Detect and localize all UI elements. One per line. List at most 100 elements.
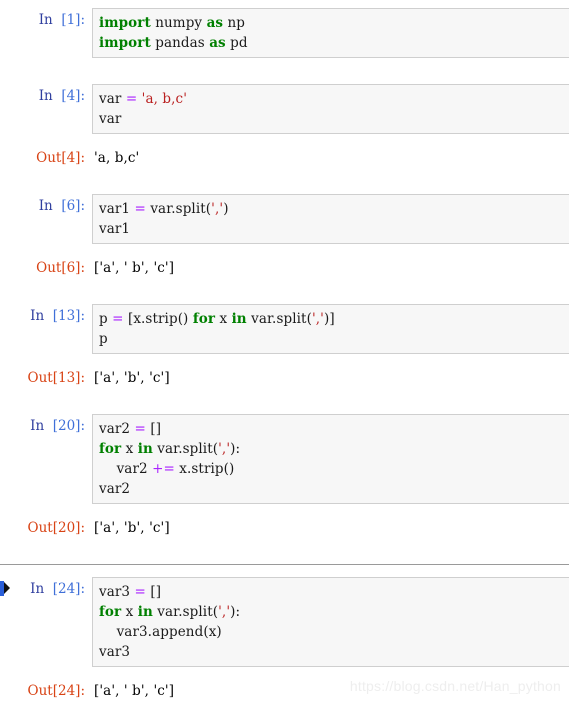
code-source[interactable]: var = 'a, b,c' var bbox=[99, 89, 569, 129]
code-token: = bbox=[134, 584, 146, 600]
output-text: ['a', ' b', 'c'] bbox=[94, 260, 175, 276]
code-line: import pandas as pd bbox=[99, 35, 248, 51]
input-prompt: In [24]: bbox=[0, 577, 92, 599]
code-token: var2 bbox=[99, 481, 131, 497]
code-editor[interactable]: import numpy as np import pandas as pd bbox=[92, 8, 569, 58]
code-token: var2 bbox=[99, 421, 135, 437]
input-area[interactable]: import numpy as np import pandas as pd bbox=[92, 8, 569, 58]
output-cell: Out[20]: ['a', 'b', 'c'] bbox=[0, 516, 569, 538]
code-token: p bbox=[99, 331, 108, 347]
code-line: p bbox=[99, 331, 108, 347]
code-token: var2 bbox=[99, 461, 153, 477]
code-cell[interactable]: In [24]: var3 = [] for x in var.split(','… bbox=[0, 577, 569, 667]
code-token: import bbox=[99, 15, 151, 31]
input-area[interactable]: p = [x.strip() for x in var.split(',')] … bbox=[92, 304, 569, 354]
code-line: var3 = [] bbox=[99, 584, 161, 600]
code-source[interactable]: import numpy as np import pandas as pd bbox=[99, 13, 569, 53]
output-area: 'a, b,c' bbox=[92, 146, 569, 168]
cell-spacer bbox=[0, 565, 569, 577]
input-area[interactable]: var3 = [] for x in var.split(','): var3.… bbox=[92, 577, 569, 667]
code-token: var3 bbox=[99, 584, 135, 600]
code-token: in bbox=[137, 604, 153, 620]
output-prompt-number: [24]: bbox=[52, 683, 85, 699]
output-prompt-label: Out bbox=[27, 370, 53, 386]
output-prompt: Out[4]: bbox=[0, 146, 92, 168]
code-token: x.strip() bbox=[174, 461, 235, 477]
output-prompt-label: Out bbox=[36, 260, 62, 276]
input-prompt-label: In bbox=[30, 308, 45, 324]
cell-spacer bbox=[0, 538, 569, 564]
code-token: pandas bbox=[150, 35, 210, 51]
input-prompt-number: [24]: bbox=[52, 581, 85, 597]
output-spacer bbox=[0, 504, 569, 516]
code-line: var2 += x.strip() bbox=[99, 461, 235, 477]
code-source[interactable]: var1 = var.split(',') var1 bbox=[99, 199, 569, 239]
output-text: ['a', 'b', 'c'] bbox=[94, 520, 170, 536]
input-prompt: In [13]: bbox=[0, 304, 92, 326]
code-token: = bbox=[134, 421, 146, 437]
code-token: = bbox=[112, 311, 124, 327]
code-line: var2 = [] bbox=[99, 421, 161, 437]
input-area[interactable]: var = 'a, b,c' var bbox=[92, 84, 569, 134]
input-prompt: In [1]: bbox=[0, 8, 92, 30]
code-token: var1 bbox=[99, 221, 131, 237]
input-prompt-label: In bbox=[38, 198, 53, 214]
code-token: [] bbox=[145, 584, 162, 600]
input-area[interactable]: var2 = [] for x in var.split(','): var2 … bbox=[92, 414, 569, 504]
code-cell[interactable]: In [6]: var1 = var.split(',') var1 bbox=[0, 194, 569, 244]
output-prompt-label: Out bbox=[36, 150, 62, 166]
code-editor[interactable]: p = [x.strip() for x in var.split(',')] … bbox=[92, 304, 569, 354]
code-token: for bbox=[99, 441, 122, 457]
code-editor[interactable]: var1 = var.split(',') var1 bbox=[92, 194, 569, 244]
code-editor[interactable]: var2 = [] for x in var.split(','): var2 … bbox=[92, 414, 569, 504]
code-cell[interactable]: In [20]: var2 = [] for x in var.split(','… bbox=[0, 414, 569, 504]
code-source[interactable]: var3 = [] for x in var.split(','): var3.… bbox=[99, 582, 569, 662]
code-token: x bbox=[121, 441, 138, 457]
code-token: )] bbox=[323, 311, 335, 327]
output-prompt: Out[6]: bbox=[0, 256, 92, 278]
output-area: ['a', 'b', 'c'] bbox=[92, 366, 569, 388]
output-spacer bbox=[0, 244, 569, 256]
code-line: var1 bbox=[99, 221, 130, 237]
code-line: var = 'a, b,c' bbox=[99, 91, 187, 107]
code-token: ): bbox=[230, 604, 241, 620]
output-prompt: Out[13]: bbox=[0, 366, 92, 388]
code-token: numpy bbox=[150, 15, 207, 31]
input-prompt-number: [20]: bbox=[52, 418, 85, 434]
input-prompt-number: [4]: bbox=[61, 88, 85, 104]
code-editor[interactable]: var3 = [] for x in var.split(','): var3.… bbox=[92, 577, 569, 667]
input-prompt-label: In bbox=[30, 418, 45, 434]
code-cell[interactable]: In [1]: import numpy as np import pandas … bbox=[0, 8, 569, 58]
output-prompt-number: [6]: bbox=[61, 260, 85, 276]
code-token: pd bbox=[225, 35, 248, 51]
output-prompt: Out[24]: bbox=[0, 679, 92, 701]
code-editor[interactable]: var = 'a, b,c' var bbox=[92, 84, 569, 134]
code-token: 'a, b,c' bbox=[141, 91, 188, 107]
code-token: ): bbox=[230, 441, 241, 457]
code-token: var.split( bbox=[145, 201, 212, 217]
code-line: for x in var.split(','): bbox=[99, 604, 240, 620]
code-token: p bbox=[99, 311, 113, 327]
cell-spacer bbox=[0, 388, 569, 414]
notebook-container: In [1]: import numpy as np import pandas … bbox=[0, 0, 569, 708]
code-token: for bbox=[192, 311, 216, 327]
code-token: np bbox=[223, 15, 246, 31]
code-token: as bbox=[209, 35, 226, 51]
code-token: var3.append(x) bbox=[99, 624, 222, 640]
code-token: x bbox=[121, 604, 138, 620]
code-token: = bbox=[134, 201, 146, 217]
code-token: as bbox=[206, 15, 224, 31]
input-area[interactable]: var1 = var.split(',') var1 bbox=[92, 194, 569, 244]
code-token: var bbox=[99, 91, 126, 107]
code-token: += bbox=[152, 461, 175, 477]
output-prompt: Out[20]: bbox=[0, 516, 92, 538]
code-line: var1 = var.split(',') bbox=[99, 201, 229, 217]
code-cell[interactable]: In [13]: p = [x.strip() for x in var.spli… bbox=[0, 304, 569, 354]
code-token: var3 bbox=[99, 644, 131, 660]
code-cell[interactable]: In [4]: var = 'a, b,c' var bbox=[0, 84, 569, 134]
code-token: in bbox=[231, 311, 247, 327]
code-line: import numpy as np bbox=[99, 15, 245, 31]
code-source[interactable]: p = [x.strip() for x in var.split(',')] … bbox=[99, 309, 569, 349]
code-source[interactable]: var2 = [] for x in var.split(','): var2 … bbox=[99, 419, 569, 499]
output-cell: Out[6]: ['a', ' b', 'c'] bbox=[0, 256, 569, 278]
